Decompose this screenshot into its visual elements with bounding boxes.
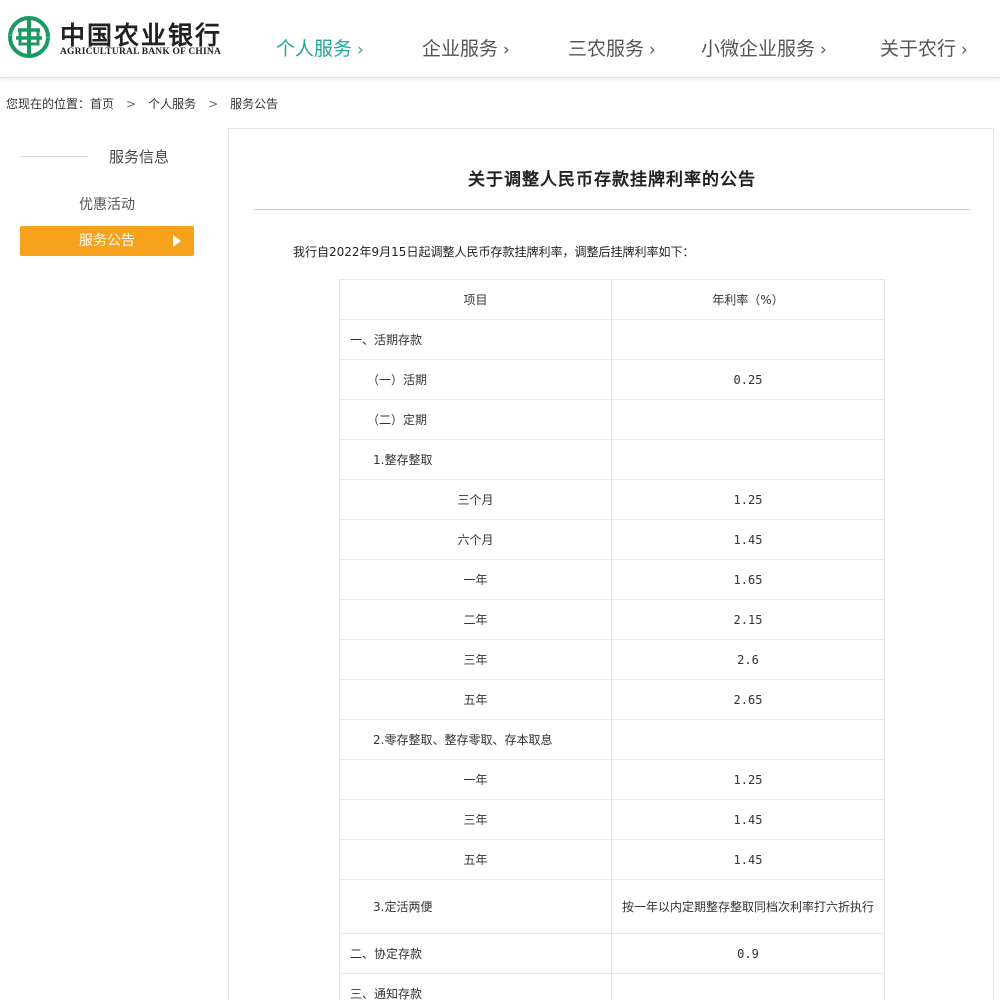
row-item: 五年: [339, 679, 612, 720]
row-rate: 1.65: [611, 559, 885, 600]
sidebar-item-service-notice[interactable]: 服务公告: [20, 226, 194, 256]
chevron-right-icon: ›: [649, 40, 656, 60]
breadcrumb: 您现在的位置：首页 > 个人服务 > 服务公告: [6, 95, 278, 112]
table-header-row: 项目 年利率（%）: [339, 279, 885, 320]
table-row: 三、通知存款: [339, 973, 885, 1000]
site-header: 中国农业银行 AGRICULTURAL BANK OF CHINA 个人服务 › …: [0, 0, 1000, 78]
row-rate: 1.45: [611, 799, 885, 840]
nav-rural-services[interactable]: 三农服务 ›: [568, 34, 656, 61]
table-row: 2.零存整取、整存零取、存本取息: [339, 719, 885, 760]
nav-about-abc[interactable]: 关于农行 ›: [880, 34, 968, 61]
table-row: 一、活期存款: [339, 319, 885, 360]
sidebar-item-label: 优惠活动: [79, 197, 135, 213]
nav-corporate-services[interactable]: 企业服务 ›: [422, 34, 510, 61]
row-item: 三年: [339, 799, 612, 840]
table-row: 一年 1.25: [339, 759, 885, 800]
chevron-right-icon: ›: [357, 40, 364, 60]
chevron-right-icon: >: [208, 97, 219, 111]
row-item: 五年: [339, 839, 612, 880]
column-header-rate: 年利率（%）: [611, 279, 885, 320]
title-divider: [254, 209, 970, 210]
row-rate: 1.45: [611, 839, 885, 880]
nav-label: 小微企业服务: [701, 38, 816, 60]
row-item: 2.零存整取、整存零取、存本取息: [339, 719, 612, 760]
nav-label: 个人服务: [276, 38, 353, 60]
sidebar-heading-divider: [20, 156, 88, 157]
table-row: 三年 2.6: [339, 639, 885, 680]
row-rate: [611, 399, 885, 440]
row-rate: 1.25: [611, 479, 885, 520]
row-item: （二）定期: [339, 399, 612, 440]
table-row: （二）定期: [339, 399, 885, 440]
nav-personal-services[interactable]: 个人服务 ›: [276, 34, 364, 61]
sidebar-item-label: 服务公告: [79, 233, 135, 249]
breadcrumb-prefix: 您现在的位置：: [6, 97, 91, 111]
chevron-right-icon: ›: [503, 40, 510, 60]
table-row: 二年 2.15: [339, 599, 885, 640]
row-item: 二年: [339, 599, 612, 640]
row-item: （一）活期: [339, 359, 612, 400]
row-rate: [611, 719, 885, 760]
row-rate: 0.25: [611, 359, 885, 400]
row-item: 六个月: [339, 519, 612, 560]
row-rate: 2.15: [611, 599, 885, 640]
article-title: 关于调整人民币存款挂牌利率的公告: [468, 170, 756, 190]
nav-label: 三农服务: [568, 38, 645, 60]
row-rate: 1.45: [611, 519, 885, 560]
chevron-right-icon: ›: [820, 40, 827, 60]
breadcrumb-personal-services[interactable]: 个人服务: [148, 97, 196, 111]
row-item: 3.定活两便: [339, 879, 612, 934]
sidebar-heading: 服务信息: [109, 148, 170, 166]
table-row: （一）活期 0.25: [339, 359, 885, 400]
table-row: 一年 1.65: [339, 559, 885, 600]
chevron-right-icon: ›: [961, 40, 968, 60]
row-rate: 2.6: [611, 639, 885, 680]
interest-rate-table: 项目 年利率（%） 一、活期存款 （一）活期 0.25 （二）定期 1.整存整取 …: [339, 279, 885, 1000]
row-rate: 1.25: [611, 759, 885, 800]
row-item: 一年: [339, 559, 612, 600]
table-row: 五年 1.45: [339, 839, 885, 880]
row-item: 三年: [339, 639, 612, 680]
table-row: 1.整存整取: [339, 439, 885, 480]
row-item: 1.整存整取: [339, 439, 612, 480]
table-row: 三个月 1.25: [339, 479, 885, 520]
logo-english-name: AGRICULTURAL BANK OF CHINA: [60, 47, 222, 57]
nav-label: 关于农行: [880, 38, 957, 60]
breadcrumb-home[interactable]: 首页: [90, 97, 114, 111]
row-item: 三个月: [339, 479, 612, 520]
bank-logo[interactable]: 中国农业银行 AGRICULTURAL BANK OF CHINA: [8, 14, 238, 64]
row-rate-note: 按一年以内定期整存整取同档次利率打六折执行: [611, 879, 885, 934]
row-rate: 0.9: [611, 933, 885, 974]
table-row: 二、协定存款 0.9: [339, 933, 885, 974]
triangle-right-icon: [173, 235, 181, 247]
row-item: 一年: [339, 759, 612, 800]
table-row: 三年 1.45: [339, 799, 885, 840]
article-intro: 我行自2022年9月15日起调整人民币存款挂牌利率，调整后挂牌利率如下：: [293, 245, 695, 259]
column-header-item: 项目: [339, 279, 612, 320]
abc-logo-icon: [8, 16, 50, 58]
table-row: 六个月 1.45: [339, 519, 885, 560]
nav-small-business-services[interactable]: 小微企业服务 ›: [701, 34, 827, 61]
row-item: 一、活期存款: [339, 319, 612, 360]
row-rate: [611, 973, 885, 1000]
nav-label: 企业服务: [422, 38, 499, 60]
row-rate: 2.65: [611, 679, 885, 720]
table-row: 五年 2.65: [339, 679, 885, 720]
article-panel: 关于调整人民币存款挂牌利率的公告 我行自2022年9月15日起调整人民币存款挂牌…: [228, 128, 994, 1000]
row-item: 三、通知存款: [339, 973, 612, 1000]
breadcrumb-service-notice[interactable]: 服务公告: [230, 97, 278, 111]
sidebar-item-promotions[interactable]: 优惠活动: [20, 190, 194, 220]
table-row: 3.定活两便 按一年以内定期整存整取同档次利率打六折执行: [339, 879, 885, 934]
row-item: 二、协定存款: [339, 933, 612, 974]
row-rate: [611, 319, 885, 360]
chevron-right-icon: >: [126, 97, 137, 111]
row-rate: [611, 439, 885, 480]
